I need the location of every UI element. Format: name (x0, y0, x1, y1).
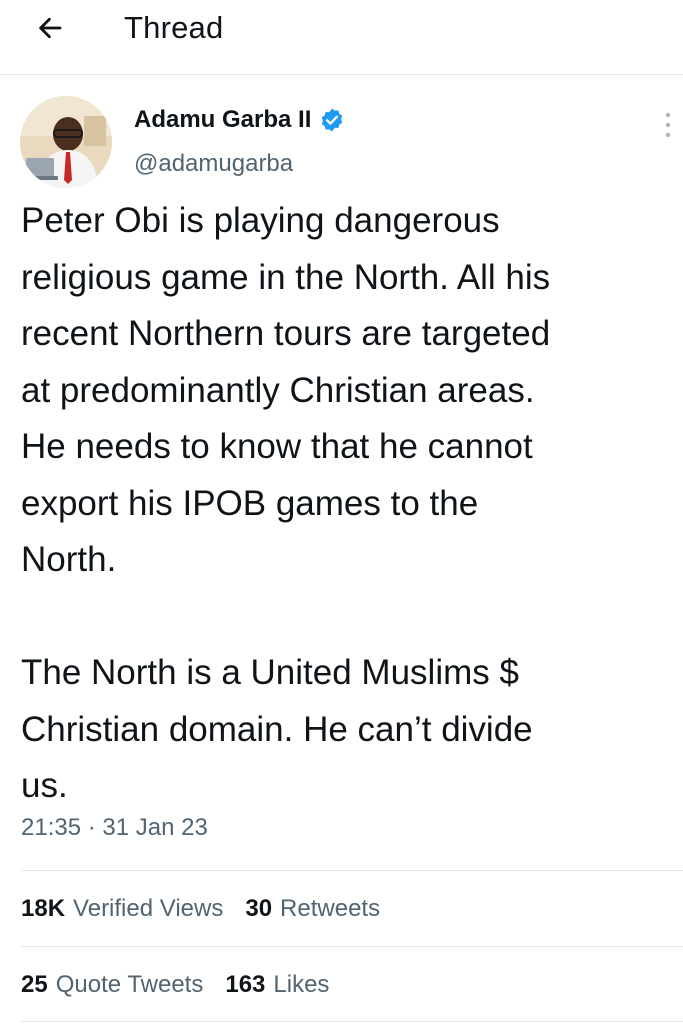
divider (21, 870, 683, 871)
views-label: Verified Views (73, 895, 224, 922)
avatar[interactable] (20, 96, 112, 188)
divider (21, 946, 683, 947)
likes-count: 163 (225, 971, 266, 998)
verified-badge-icon (322, 108, 343, 132)
author-name: Adamu Garba II (134, 106, 312, 133)
back-button[interactable] (28, 8, 72, 48)
tweet-text: Peter Obi is playing dangerous religious… (21, 201, 551, 805)
quotes-label: Quote Tweets (55, 971, 204, 998)
author-name-row[interactable]: Adamu Garba II (134, 106, 345, 134)
retweets-count: 30 (245, 895, 273, 922)
retweets-stat[interactable]: 30 Retweets (245, 895, 380, 923)
quotes-count: 25 (21, 971, 48, 998)
tweet-timestamp[interactable]: 21:35 · 31 Jan 23 (21, 814, 208, 842)
divider (21, 1021, 683, 1022)
stats-row-views-retweets: 18K Verified Views 30 Retweets (21, 895, 402, 923)
more-options-button[interactable] (656, 108, 680, 142)
author-handle[interactable]: @adamugarba (134, 150, 293, 178)
stats-row-quotes-likes: 25 Quote Tweets 163 Likes (21, 971, 351, 999)
more-vertical-icon (665, 112, 671, 138)
views-count: 18K (21, 895, 66, 922)
arrow-left-icon (39, 17, 62, 39)
views-stat[interactable]: 18K Verified Views (21, 895, 223, 923)
retweets-label: Retweets (280, 895, 381, 922)
likes-label: Likes (273, 971, 330, 998)
thread-header: Thread (0, 0, 683, 75)
likes-stat[interactable]: 163 Likes (225, 971, 329, 999)
page-title: Thread (124, 10, 224, 45)
quote-tweets-stat[interactable]: 25 Quote Tweets (21, 971, 203, 999)
